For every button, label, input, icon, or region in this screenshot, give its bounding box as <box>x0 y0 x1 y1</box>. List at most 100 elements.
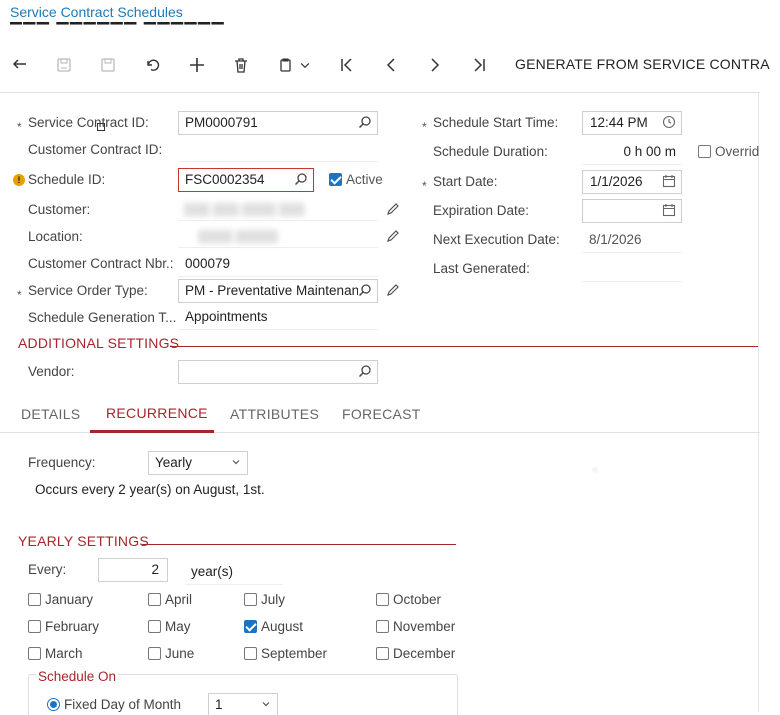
additional-settings-rule <box>170 346 758 347</box>
month-checkbox-june[interactable]: June <box>148 646 194 661</box>
month-checkbox-november[interactable]: November <box>376 619 455 634</box>
customer-value-redacted[interactable]: ▒▒▒ ▒▒▒ ▒▒▒▒ ▒▒▒ <box>178 199 378 221</box>
search-icon[interactable] <box>358 115 372 132</box>
month-checkbox-july[interactable]: July <box>244 592 285 607</box>
customer-contract-id-label: Customer Contract ID: <box>28 142 163 157</box>
checkbox-icon[interactable] <box>28 620 41 633</box>
month-checkbox-december[interactable]: December <box>376 646 455 661</box>
frequency-select[interactable]: Yearly <box>148 451 248 475</box>
save-close-icon[interactable] <box>52 54 76 76</box>
page-title-partial: ▔▔▔ ▔▔▔▔▔▔ ▔▔▔▔▔▔ <box>10 23 226 32</box>
override-check-icon[interactable] <box>698 145 711 158</box>
every-input[interactable]: 2 <box>98 558 168 582</box>
search-icon[interactable] <box>358 364 372 381</box>
checkbox-icon[interactable] <box>28 593 41 606</box>
checkbox-icon[interactable] <box>376 593 389 606</box>
clock-icon[interactable] <box>662 115 676 132</box>
month-checkbox-october[interactable]: October <box>376 592 441 607</box>
checkbox-icon[interactable] <box>28 647 41 660</box>
checkbox-icon[interactable] <box>148 647 161 660</box>
panel-right-border <box>758 92 759 712</box>
edit-customer-icon[interactable] <box>386 202 400 219</box>
active-label: Active <box>346 172 383 187</box>
copy-paste-icon[interactable] <box>273 54 297 76</box>
customer-contract-nbr-label: Customer Contract Nbr.: <box>28 256 174 271</box>
tab-forecast[interactable]: FORECAST <box>342 406 421 422</box>
calendar-icon[interactable] <box>662 203 676 220</box>
fixed-day-of-month-radio[interactable]: Fixed Day of Month <box>47 697 181 712</box>
every-unit: year(s) <box>185 561 283 585</box>
schedule-duration-label: Schedule Duration: <box>433 144 548 159</box>
month-checkbox-september[interactable]: September <box>244 646 327 661</box>
tab-details[interactable]: DETAILS <box>21 406 80 422</box>
delete-icon[interactable] <box>229 54 253 76</box>
last-generated-label: Last Generated: <box>433 261 530 276</box>
location-value-redacted[interactable]: ▒▒▒▒ ▒▒▒▒▒ <box>178 226 378 248</box>
service-contract-id-value: PM0000791 <box>185 115 258 130</box>
required-marker: * <box>17 120 22 134</box>
vendor-field[interactable] <box>178 360 378 384</box>
checkbox-icon[interactable] <box>244 593 257 606</box>
start-date-value: 1/1/2026 <box>590 174 643 189</box>
calendar-icon[interactable] <box>662 174 676 191</box>
yearly-settings-title: YEARLY SETTINGS <box>18 533 149 549</box>
toolbar: GENERATE FROM SERVICE CONTRA <box>0 48 770 131</box>
last-record-icon[interactable] <box>467 54 491 76</box>
active-checkbox[interactable]: Active <box>329 172 383 187</box>
month-label: April <box>165 592 193 607</box>
previous-record-icon[interactable] <box>379 54 403 76</box>
schedule-id-field[interactable]: FSC0002354 <box>178 168 314 192</box>
schedule-on-title: Schedule On <box>36 669 119 684</box>
required-marker: * <box>17 288 22 302</box>
service-contract-id-field[interactable]: PM0000791 <box>178 111 378 135</box>
edit-service-order-type-icon[interactable] <box>386 283 400 300</box>
add-icon[interactable] <box>185 54 209 76</box>
checkbox-icon[interactable] <box>148 593 161 606</box>
edit-location-icon[interactable] <box>386 229 400 246</box>
checkbox-icon[interactable] <box>148 620 161 633</box>
month-checkbox-january[interactable]: January <box>28 592 93 607</box>
search-icon[interactable] <box>294 172 308 189</box>
override-checkbox[interactable]: Overrid <box>698 144 759 159</box>
save-icon[interactable] <box>96 54 120 76</box>
checkbox-icon[interactable] <box>376 620 389 633</box>
month-checkbox-august[interactable]: August <box>244 619 303 634</box>
location-label: Location: <box>28 229 83 244</box>
fixed-day-value: 1 <box>215 697 223 712</box>
checkbox-icon[interactable] <box>244 620 257 633</box>
service-order-type-field[interactable]: PM - Preventative Maintenanc <box>178 279 378 303</box>
checkbox-icon[interactable] <box>376 647 389 660</box>
fixed-day-label: Fixed Day of Month <box>64 697 182 712</box>
undo-icon[interactable] <box>141 54 165 76</box>
tab-recurrence[interactable]: RECURRENCE <box>106 405 208 421</box>
frequency-value: Yearly <box>155 455 193 470</box>
back-icon[interactable] <box>8 54 32 76</box>
checkbox-icon[interactable] <box>244 647 257 660</box>
active-check-icon[interactable] <box>329 173 342 186</box>
customer-contract-id-value <box>178 140 378 162</box>
schedule-duration-value: 0 h 00 m <box>582 141 682 165</box>
search-icon[interactable] <box>358 283 372 300</box>
vendor-label: Vendor: <box>28 364 75 379</box>
breadcrumb[interactable]: Service Contract Schedules <box>10 4 183 20</box>
month-checkbox-may[interactable]: May <box>148 619 191 634</box>
fixed-day-select[interactable]: 1 <box>208 693 278 715</box>
month-checkbox-march[interactable]: March <box>28 646 83 661</box>
first-record-icon[interactable] <box>335 54 359 76</box>
schedule-id-label: Schedule ID: <box>28 172 106 187</box>
chevron-down-icon[interactable] <box>298 54 312 76</box>
active-tab-indicator <box>90 430 214 433</box>
expiration-date-field[interactable] <box>582 199 682 223</box>
start-date-field[interactable]: 1/1/2026 <box>582 170 682 194</box>
generate-from-service-contract-button[interactable]: GENERATE FROM SERVICE CONTRA <box>515 56 770 72</box>
additional-settings-title: ADDITIONAL SETTINGS <box>18 335 180 351</box>
required-marker: * <box>422 120 427 134</box>
service-order-type-value: PM - Preventative Maintenanc <box>185 283 366 298</box>
radio-selected-icon[interactable] <box>47 698 60 711</box>
month-checkbox-february[interactable]: February <box>28 619 99 634</box>
tab-attributes[interactable]: ATTRIBUTES <box>230 406 319 422</box>
month-checkbox-april[interactable]: April <box>148 592 192 607</box>
schedule-start-time-field[interactable]: 12:44 PM <box>582 111 682 135</box>
chevron-down-icon <box>231 457 241 470</box>
next-record-icon[interactable] <box>423 54 447 76</box>
